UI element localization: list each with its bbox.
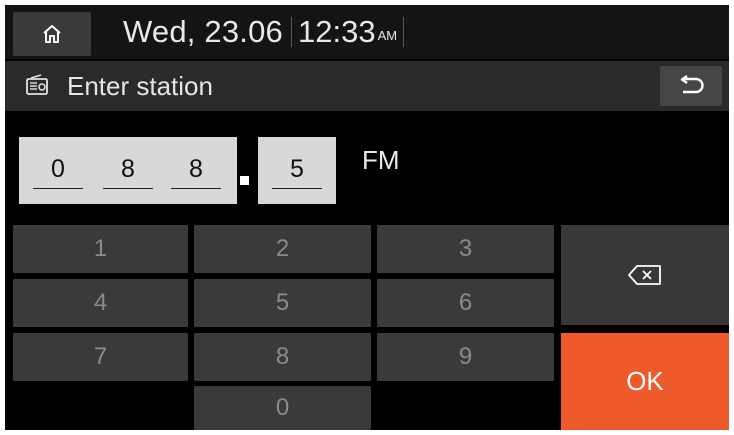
date-text: Wed, 23.06 (123, 14, 283, 49)
key-1[interactable]: 1 (13, 225, 188, 273)
radio-icon (26, 74, 48, 95)
frequency-digit: 8 (121, 155, 135, 183)
page-title: Enter station (67, 71, 213, 101)
key-3[interactable]: 3 (377, 225, 554, 273)
frequency-digit: 5 (290, 155, 304, 183)
key-7[interactable]: 7 (13, 333, 188, 381)
key-8[interactable]: 8 (194, 333, 371, 381)
key-0[interactable]: 0 (194, 386, 371, 430)
band-label: FM (362, 145, 400, 175)
date-time-display: Wed, 23.06 12:33 AM (123, 14, 405, 49)
home-button[interactable] (13, 12, 91, 56)
head-unit-screen: Wed, 23.06 12:33 AM Enter station 0 8 8 … (5, 5, 729, 430)
key-2[interactable]: 2 (194, 225, 371, 273)
key-4[interactable]: 4 (13, 279, 188, 327)
ampm-text: AM (377, 28, 398, 43)
decimal-point (240, 176, 249, 185)
digit-underline (272, 188, 322, 189)
time-text: 12:33 (297, 14, 376, 49)
ok-button[interactable]: OK (561, 333, 729, 430)
digit-underline (33, 188, 83, 189)
frequency-integer-field[interactable]: 0 8 8 (19, 137, 237, 204)
divider (290, 17, 292, 47)
frequency-digit: 8 (189, 155, 203, 183)
status-bar: Wed, 23.06 12:33 AM (5, 5, 729, 59)
backspace-button[interactable] (561, 225, 729, 325)
key-9[interactable]: 9 (377, 333, 554, 381)
frequency-decimal-field[interactable]: 5 (258, 137, 336, 204)
key-6[interactable]: 6 (377, 279, 554, 327)
key-5[interactable]: 5 (194, 279, 371, 327)
backspace-icon (628, 265, 661, 285)
title-bar: Enter station (5, 61, 729, 111)
digit-underline (103, 188, 153, 189)
back-button[interactable] (660, 66, 722, 106)
home-icon (43, 25, 61, 43)
frequency-digit: 0 (51, 155, 65, 183)
back-arrow-icon (680, 75, 704, 94)
digit-underline (171, 188, 221, 189)
divider (403, 17, 405, 47)
